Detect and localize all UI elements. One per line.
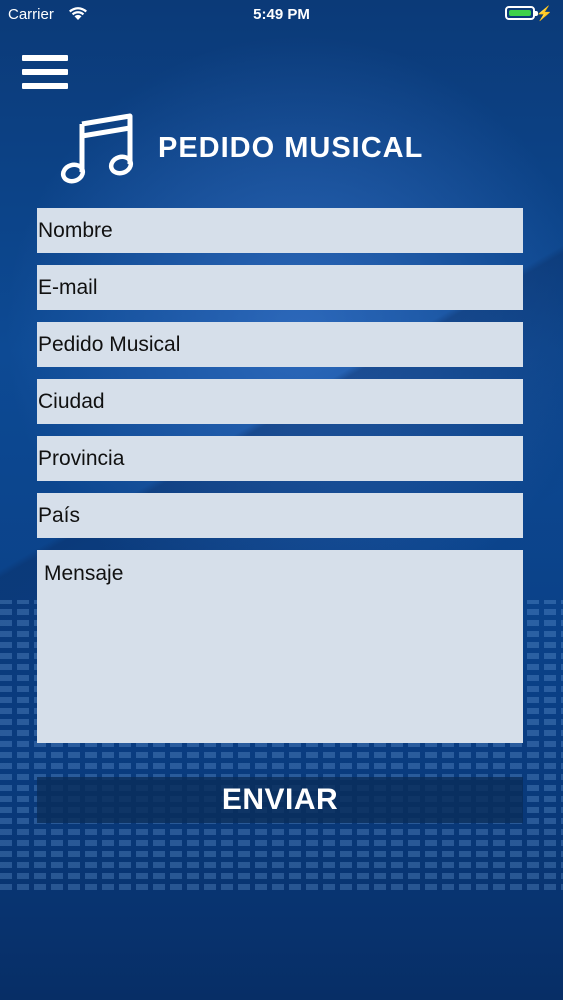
hamburger-menu-icon-bar [22,69,68,75]
request-form [37,208,523,743]
city-input[interactable] [37,379,523,424]
send-button[interactable]: ENVIAR [37,777,523,823]
music-note-icon [60,113,134,184]
menu-button[interactable] [22,55,68,89]
name-input[interactable] [37,208,523,253]
battery-level [509,10,531,16]
message-textarea[interactable] [37,550,523,743]
province-input[interactable] [37,436,523,481]
hamburger-menu-icon [22,55,68,61]
app-logo: PEDIDO MUSICAL [60,112,480,192]
email-input[interactable] [37,265,523,310]
song-request-input[interactable] [37,322,523,367]
charging-icon: ⚡ [535,5,553,21]
clock: 5:49 PM [253,6,310,23]
battery-icon [505,6,538,20]
hamburger-menu-icon-bar [22,83,68,89]
country-input[interactable] [37,493,523,538]
logo-title: PEDIDO MUSICAL [158,132,424,164]
status-bar: Carrier 5:49 PM ⚡ [0,0,563,30]
